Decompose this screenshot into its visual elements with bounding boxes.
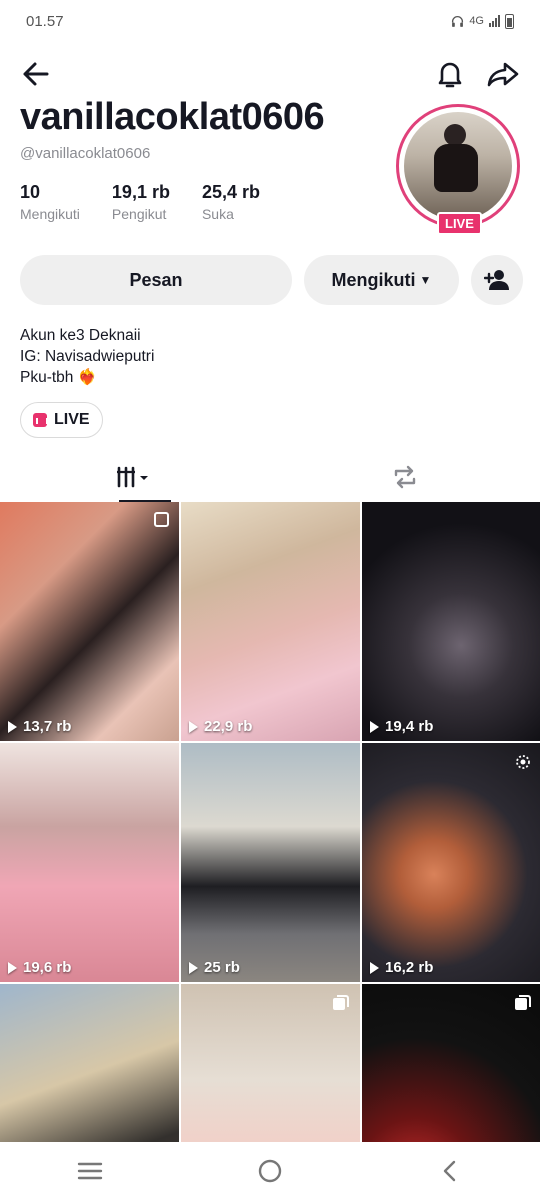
tab-reposts[interactable] xyxy=(270,452,540,502)
view-count-value: 19,4 rb xyxy=(385,718,434,735)
bio-line: Pku-tbh ❤️‍🔥 xyxy=(20,369,98,386)
arrow-left-icon xyxy=(23,62,49,86)
profile-bio: Akun ke3 Deknaii IG: Navisadwieputri Pku… xyxy=(20,325,154,388)
play-icon xyxy=(370,720,379,733)
play-icon xyxy=(8,720,17,733)
view-count-value: 16,2 rb xyxy=(385,959,434,976)
content-tabs xyxy=(0,452,540,502)
add-friend-button[interactable] xyxy=(471,255,523,305)
stat-label: Pengikut xyxy=(111,206,167,222)
stat-value: 10 xyxy=(20,182,41,202)
stat-following[interactable]: 10 Mengikuti xyxy=(20,182,80,222)
stat-value: 19,1 rb xyxy=(111,182,170,202)
status-time: 01.57 xyxy=(26,12,64,30)
bell-icon xyxy=(438,62,462,88)
display-name: vanillacoklat0606 xyxy=(20,96,325,138)
share-button[interactable] xyxy=(484,56,522,92)
avatar[interactable]: LIVE xyxy=(394,104,524,235)
following-label: Mengikuti xyxy=(331,269,416,290)
live-pill-button[interactable]: LIVE xyxy=(20,402,103,438)
menu-lines-icon xyxy=(77,1162,103,1180)
view-count: 19,6 rb xyxy=(8,959,71,976)
avatar-image xyxy=(404,112,512,220)
video-thumbnail[interactable]: 22,9 rb xyxy=(181,502,360,741)
view-count-value: 25 rb xyxy=(204,959,240,976)
recent-apps-button[interactable] xyxy=(66,1147,114,1195)
notification-button[interactable] xyxy=(432,56,468,92)
username: @vanillacoklat0606 xyxy=(20,145,151,162)
video-thumbnail[interactable]: 19,4 rb xyxy=(362,502,540,741)
top-nav xyxy=(0,52,540,96)
view-count: 25 rb xyxy=(189,959,240,976)
play-icon xyxy=(370,961,379,974)
home-button[interactable] xyxy=(246,1147,294,1195)
video-grid: 13,7 rb 22,9 rb 19,4 rb 19,6 rb 25 rb 16… xyxy=(0,502,540,1200)
play-icon xyxy=(8,961,17,974)
tab-videos[interactable] xyxy=(0,452,270,502)
circle-home-icon xyxy=(258,1159,282,1183)
video-thumbnail[interactable]: 25 rb xyxy=(181,743,360,982)
video-thumbnail[interactable]: 13,7 rb xyxy=(0,502,179,741)
stat-likes[interactable]: 25,4 rb Suka xyxy=(202,182,260,222)
following-button[interactable]: Mengikuti ▼ xyxy=(304,255,459,305)
view-count-value: 19,6 rb xyxy=(23,959,72,976)
view-count: 19,4 rb xyxy=(370,718,433,735)
video-thumbnail[interactable]: 19,6 rb xyxy=(0,743,179,982)
videos-grid-icon xyxy=(117,466,148,488)
profile-actions: Pesan Mengikuti ▼ xyxy=(20,255,523,305)
view-count: 16,2 rb xyxy=(370,959,433,976)
chevron-left-icon xyxy=(443,1160,456,1182)
live-icon xyxy=(33,413,48,427)
stat-value: 25,4 rb xyxy=(201,182,261,202)
stat-label: Mengikuti xyxy=(20,206,80,222)
status-icons: 4G xyxy=(451,13,514,29)
signal-icon xyxy=(489,15,500,27)
view-count-value: 13,7 rb xyxy=(23,718,72,735)
message-button[interactable]: Pesan xyxy=(20,255,292,305)
carousel-icon xyxy=(333,995,349,1010)
view-count: 13,7 rb xyxy=(8,718,71,735)
stat-label: Suka xyxy=(201,206,234,222)
share-arrow-icon xyxy=(487,62,519,87)
bio-line: Akun ke3 Deknaii xyxy=(20,327,141,344)
repost-icon xyxy=(394,465,416,489)
square-icon xyxy=(154,512,169,527)
caret-down-icon: ▼ xyxy=(419,273,432,287)
profile-stats: 10 Mengikuti 19,1 rb Pengikut 25,4 rb Su… xyxy=(20,182,260,222)
sparkle-icon xyxy=(516,755,530,769)
carousel-icon xyxy=(515,995,531,1010)
battery-icon xyxy=(505,13,514,29)
bio-line: IG: Navisadwieputri xyxy=(20,348,155,365)
person-add-icon xyxy=(484,270,509,290)
headphones-icon xyxy=(452,15,464,27)
video-thumbnail[interactable]: 16,2 rb xyxy=(362,743,540,982)
play-icon xyxy=(189,720,198,733)
network-type: 4G xyxy=(469,15,484,27)
view-count-value: 22,9 rb xyxy=(204,718,253,735)
status-bar: 01.57 4G xyxy=(0,0,540,42)
play-icon xyxy=(189,961,198,974)
view-count: 22,9 rb xyxy=(189,718,252,735)
live-pill-label: LIVE xyxy=(54,411,90,428)
system-back-button[interactable] xyxy=(426,1147,474,1195)
system-nav-bar xyxy=(0,1142,540,1200)
back-button[interactable] xyxy=(18,56,54,92)
live-badge: LIVE xyxy=(437,212,482,235)
live-ring xyxy=(396,104,520,228)
stat-followers[interactable]: 19,1 rb Pengikut xyxy=(112,182,170,222)
